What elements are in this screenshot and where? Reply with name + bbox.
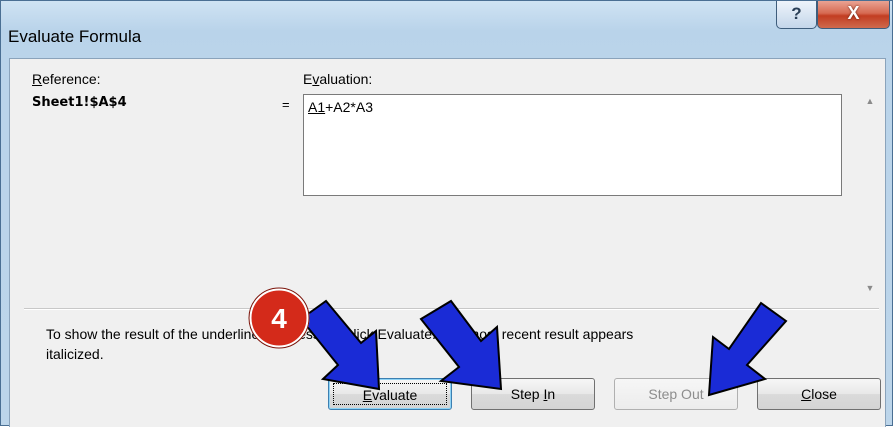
evaluate-formula-dialog: Evaluate Formula ? X Reference: Sheet1!$… [0, 0, 893, 427]
arrow-to-step-in-icon [419, 299, 503, 391]
arrow-to-step-out-icon [707, 301, 788, 397]
arrow-to-evaluate-icon [299, 299, 381, 391]
callout-arrows [299, 299, 788, 397]
step-number-badge: 4 [248, 287, 310, 349]
step-number: 4 [271, 303, 287, 334]
